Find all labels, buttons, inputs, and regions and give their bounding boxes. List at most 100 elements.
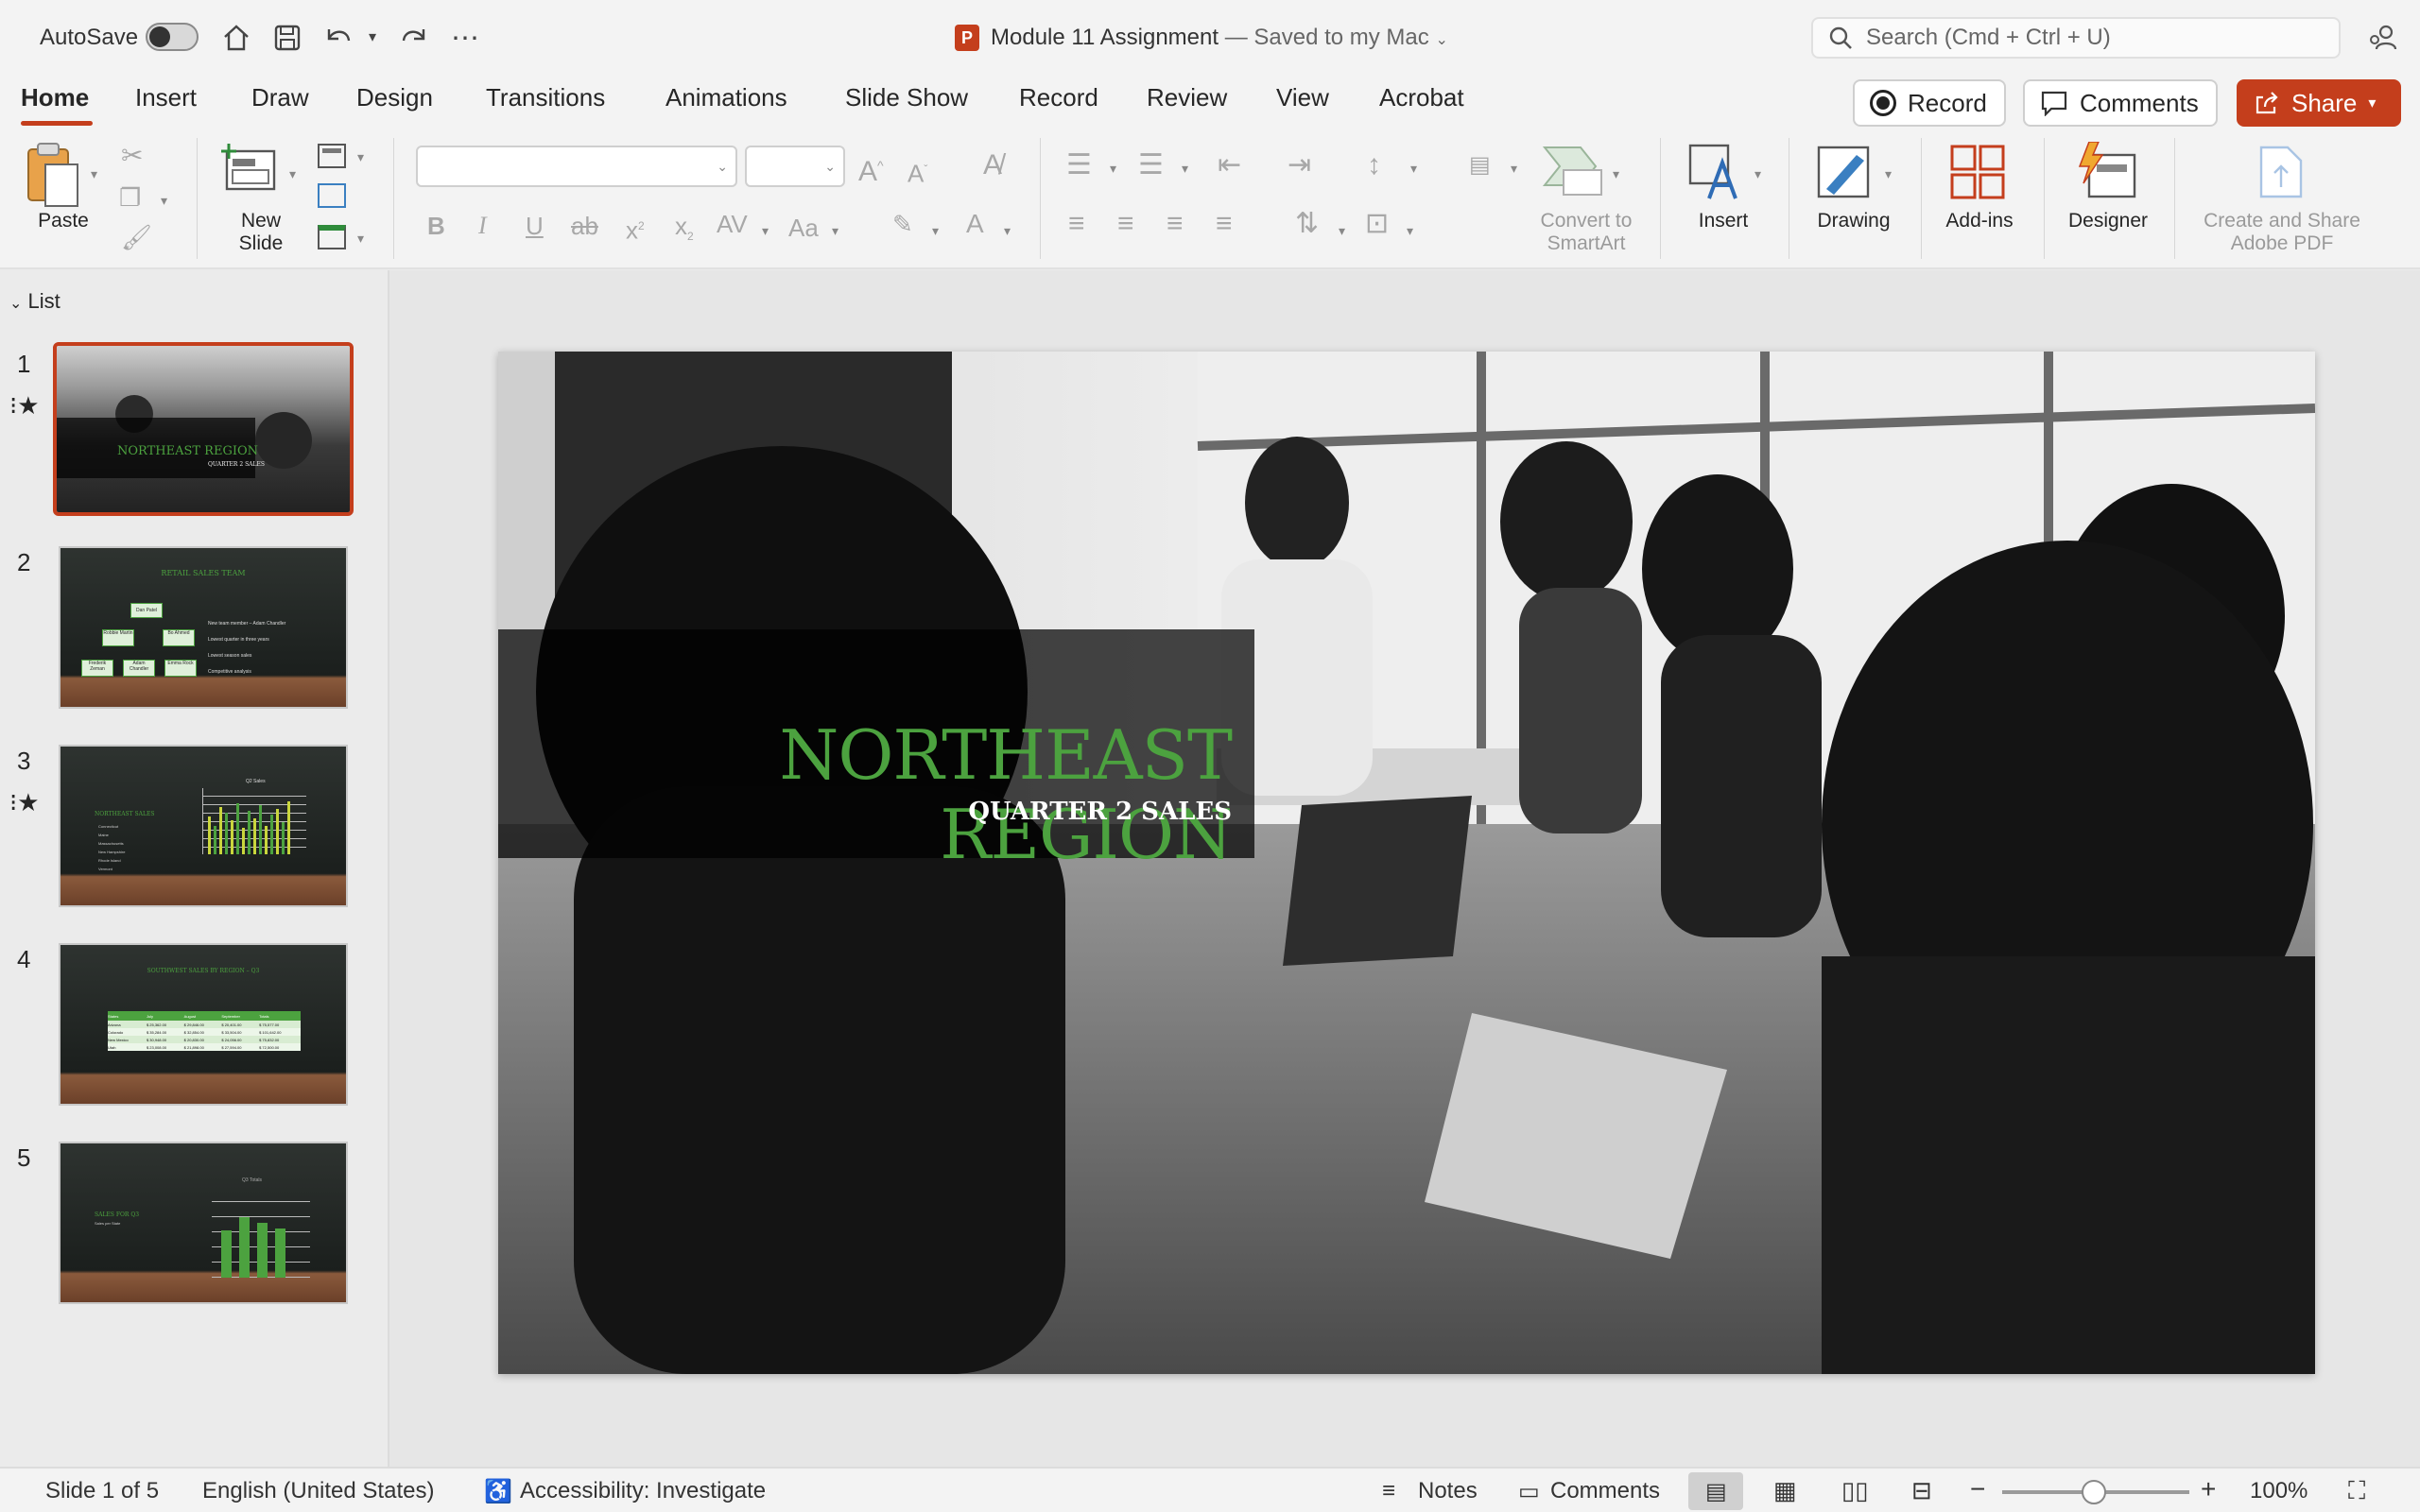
font-name-combo[interactable]: ⌄ — [416, 146, 737, 187]
decrease-font-size-icon[interactable]: Aˇ — [908, 155, 927, 188]
align-right-icon[interactable]: ≡ — [1167, 210, 1184, 238]
notes-button[interactable]: Notes — [1418, 1478, 1478, 1504]
insert-dropdown-icon[interactable]: ▾ — [1754, 166, 1761, 182]
smartart-dropdown-icon[interactable]: ▾ — [1613, 166, 1619, 182]
paste-button[interactable] — [25, 142, 96, 217]
language-indicator[interactable]: English (United States) — [202, 1478, 434, 1504]
subscript-icon[interactable]: x2 — [675, 212, 694, 250]
normal-view-button[interactable]: ▤ — [1688, 1472, 1743, 1510]
cut-icon[interactable]: ✂ — [121, 142, 143, 170]
change-case-icon[interactable]: Aa — [788, 214, 819, 242]
slide-show-icon[interactable]: ⊟ — [1911, 1476, 1932, 1505]
increase-indent-icon[interactable]: ⇥ — [1288, 151, 1311, 180]
italic-icon[interactable]: I — [478, 212, 487, 240]
font-size-combo[interactable]: ⌄ — [745, 146, 845, 187]
slide-thumbnail-4[interactable]: SOUTHWEST SALES BY REGION – Q3 States Ju… — [59, 943, 348, 1106]
save-icon[interactable] — [268, 17, 306, 59]
zoom-in-icon[interactable]: + — [2201, 1474, 2216, 1504]
autosave-toggle[interactable] — [146, 23, 199, 51]
create-pdf-button[interactable] — [2257, 144, 2307, 202]
more-options-icon[interactable]: ⋯ — [444, 17, 486, 59]
tab-review[interactable]: Review — [1147, 83, 1227, 112]
columns-dropdown-icon[interactable]: ▾ — [1511, 161, 1517, 177]
zoom-level[interactable]: 100% — [2250, 1478, 2308, 1504]
tab-insert[interactable]: Insert — [135, 83, 197, 112]
slide-sorter-icon[interactable]: ▦ — [1773, 1476, 1797, 1505]
strikethrough-icon[interactable]: ab — [571, 212, 598, 240]
font-color-dropdown-icon[interactable]: ▾ — [1004, 223, 1011, 239]
list-header[interactable]: ⌄ List — [9, 289, 60, 314]
slide-1[interactable]: NORTHEAST REGION QUARTER 2 SALES — [498, 352, 2315, 1374]
columns-icon[interactable]: ▤ — [1469, 151, 1491, 180]
line-spacing-icon[interactable]: ↕ — [1367, 151, 1381, 180]
insert-button[interactable] — [1686, 142, 1753, 208]
drawing-dropdown-icon[interactable]: ▾ — [1885, 166, 1892, 182]
bullets-dropdown-icon[interactable]: ▾ — [1110, 161, 1116, 177]
highlight-dropdown-icon[interactable]: ▾ — [932, 223, 939, 239]
numbering-dropdown-icon[interactable]: ▾ — [1182, 161, 1188, 177]
align-text-icon[interactable]: ⊡ — [1365, 210, 1389, 238]
home-icon[interactable] — [217, 17, 255, 59]
slide-counter[interactable]: Slide 1 of 5 — [45, 1478, 159, 1504]
redo-icon[interactable] — [395, 17, 433, 59]
tab-animations[interactable]: Animations — [666, 83, 787, 112]
section-dropdown-icon[interactable]: ▾ — [357, 231, 364, 247]
addins-button[interactable] — [1949, 144, 2008, 202]
underline-icon[interactable]: U — [526, 212, 544, 240]
zoom-out-icon[interactable]: − — [1970, 1474, 1985, 1504]
slide-thumbnail-3[interactable]: NORTHEAST SALES Connecticut Maine Massac… — [59, 745, 348, 907]
slide-thumbnail-1[interactable]: NORTHEAST REGION QUARTER 2 SALES — [53, 342, 354, 516]
accessibility-status[interactable]: Accessibility: Investigate — [520, 1478, 766, 1504]
bullets-icon[interactable]: ☰ — [1066, 151, 1092, 180]
spacing-dropdown-icon[interactable]: ▾ — [762, 223, 769, 239]
align-center-icon[interactable]: ≡ — [1117, 210, 1134, 238]
reset-icon[interactable] — [318, 183, 346, 208]
text-direction-dropdown-icon[interactable]: ▾ — [1339, 223, 1345, 239]
line-spacing-dropdown-icon[interactable]: ▾ — [1410, 161, 1417, 177]
numbering-icon[interactable]: ☰ — [1138, 151, 1164, 180]
tab-slide-show[interactable]: Slide Show — [845, 83, 968, 112]
section-icon[interactable] — [318, 225, 346, 249]
share-button[interactable]: Share ▾ — [2237, 79, 2401, 127]
highlighter-icon[interactable]: ✎ — [892, 210, 913, 238]
tab-acrobat[interactable]: Acrobat — [1379, 83, 1464, 112]
increase-font-size-icon[interactable]: A^ — [858, 151, 884, 186]
layout-dropdown-icon[interactable]: ▾ — [357, 149, 364, 165]
justify-icon[interactable]: ≡ — [1216, 210, 1233, 238]
layout-icon[interactable] — [318, 144, 346, 168]
clear-formatting-icon[interactable]: A̸ — [983, 151, 1002, 180]
reading-view-icon[interactable]: ▯▯ — [1841, 1476, 1869, 1505]
character-spacing-icon[interactable]: AV — [717, 210, 748, 238]
designer-button[interactable] — [2076, 141, 2140, 202]
case-dropdown-icon[interactable]: ▾ — [832, 223, 838, 239]
align-left-icon[interactable]: ≡ — [1068, 210, 1085, 238]
superscript-icon[interactable]: x2 — [626, 212, 645, 245]
tab-transitions[interactable]: Transitions — [486, 83, 605, 112]
slide-subtitle[interactable]: QUARTER 2 SALES — [498, 798, 1232, 826]
fit-to-window-icon[interactable]: ⛶ — [2348, 1476, 2365, 1506]
slide-title[interactable]: NORTHEAST REGION — [498, 715, 1233, 874]
font-color-icon[interactable]: A — [966, 210, 984, 238]
drawing-button[interactable] — [1815, 142, 1883, 208]
text-direction-icon[interactable]: ⇅ — [1295, 210, 1319, 238]
record-button[interactable]: Record — [1853, 79, 2006, 127]
document-title[interactable]: Module 11 Assignment — Saved to my Mac ⌄ — [991, 25, 1448, 51]
tab-view[interactable]: View — [1276, 83, 1329, 112]
share-people-icon[interactable] — [2361, 17, 2403, 59]
comments-status-button[interactable]: Comments — [1550, 1478, 1660, 1504]
slide-thumbnail-5[interactable]: SALES FOR Q3 Sales per State Q3 Totals — [59, 1142, 348, 1304]
align-text-dropdown-icon[interactable]: ▾ — [1407, 223, 1413, 239]
tab-design[interactable]: Design — [356, 83, 433, 112]
paste-dropdown-icon[interactable]: ▾ — [91, 166, 97, 182]
comments-button[interactable]: Comments — [2023, 79, 2218, 127]
copy-dropdown-icon[interactable]: ▾ — [161, 193, 167, 209]
slide-thumbnail-2[interactable]: RETAIL SALES TEAM Dan Patel Robbie Marti… — [59, 546, 348, 709]
new-slide-button[interactable] — [221, 142, 280, 198]
tab-record[interactable]: Record — [1019, 83, 1098, 112]
undo-icon[interactable] — [320, 17, 357, 59]
undo-dropdown-icon[interactable]: ▾ — [363, 23, 382, 51]
bold-icon[interactable]: B — [427, 212, 445, 240]
tab-draw[interactable]: Draw — [251, 83, 309, 112]
search-box[interactable]: Search (Cmd + Ctrl + U) — [1811, 17, 2341, 59]
decrease-indent-icon[interactable]: ⇤ — [1218, 151, 1241, 180]
